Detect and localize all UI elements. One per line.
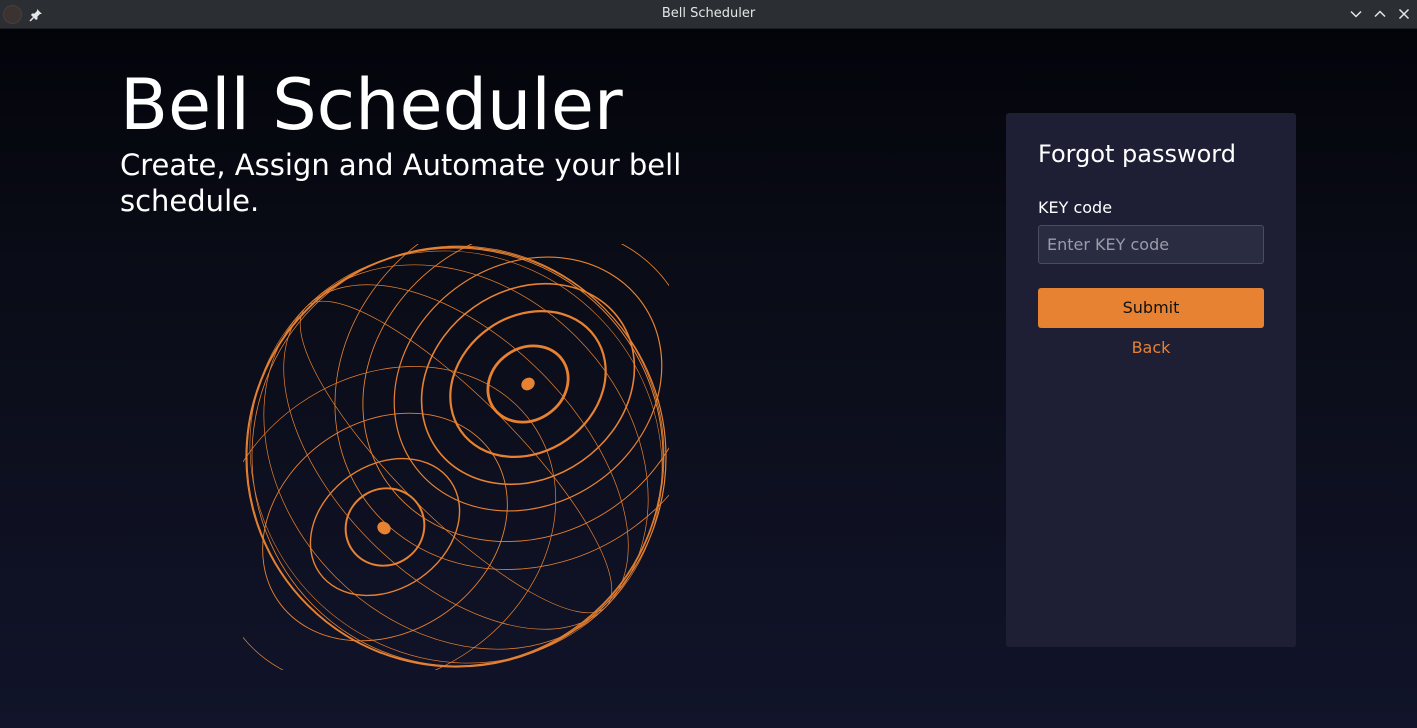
submit-button[interactable]: Submit	[1038, 288, 1264, 328]
chevron-up-icon	[1374, 10, 1386, 18]
card-title: Forgot password	[1038, 140, 1236, 168]
key-code-input[interactable]	[1038, 225, 1264, 264]
chevron-down-icon	[1350, 10, 1362, 18]
window-title: Bell Scheduler	[661, 6, 756, 21]
hero-title: Bell Scheduler	[120, 64, 623, 146]
minimize-button[interactable]	[1349, 7, 1363, 21]
back-link[interactable]: Back	[1038, 336, 1264, 360]
globe-illustration	[213, 198, 722, 688]
maximize-button[interactable]	[1373, 7, 1387, 21]
key-code-label: KEY code	[1038, 198, 1113, 217]
hero-subtitle: Create, Assign and Automate your bell sc…	[120, 148, 682, 218]
main-area: Bell Scheduler Create, Assign and Automa…	[0, 29, 1417, 728]
orange-wireframe-globe	[213, 198, 722, 688]
forgot-password-card: Forgot password KEY code Submit Back	[1006, 113, 1296, 647]
title-bar: Bell Scheduler	[0, 0, 1417, 29]
close-button[interactable]	[1397, 7, 1411, 21]
close-icon	[1398, 8, 1410, 20]
